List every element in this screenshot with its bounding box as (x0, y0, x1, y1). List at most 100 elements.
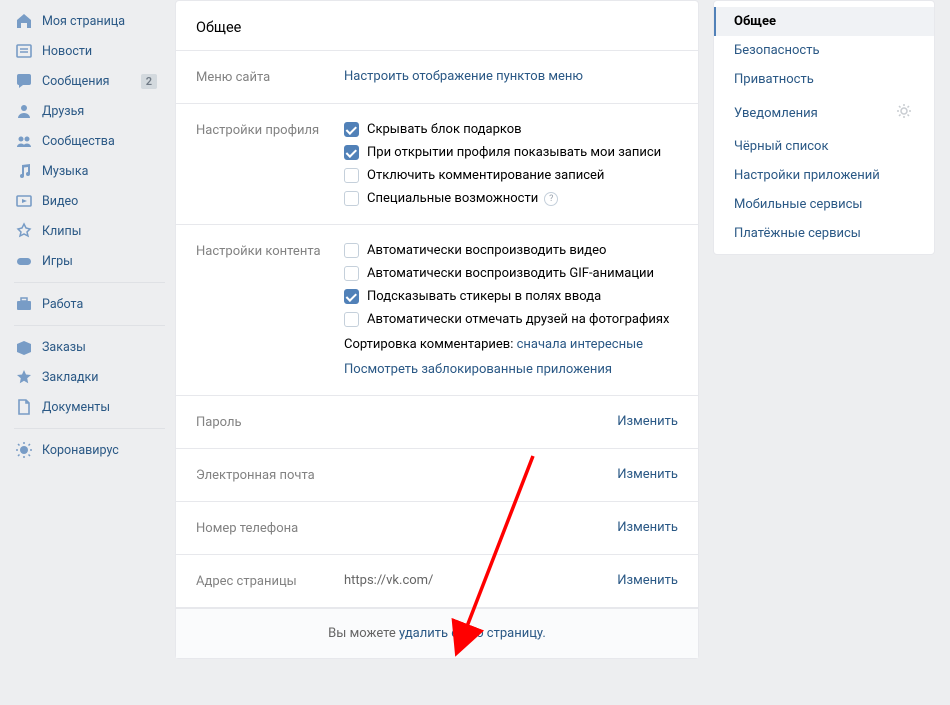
settings-nav-item[interactable]: Общее (714, 7, 934, 36)
settings-nav-card: Общее Безопасность Приватность Уведомления Ч… (713, 0, 935, 255)
footer-row: Вы можете удалить свою страницу. (176, 608, 698, 658)
checkbox-label: Подсказывать стикеры в полях ввода (367, 289, 601, 304)
section-label: Номер телефона (196, 520, 344, 536)
checkbox-row: Скрывать блок подарков (344, 122, 678, 137)
nav-separator (14, 325, 165, 326)
section-email: Электронная почта Изменить (176, 449, 698, 502)
settings-nav-label: Мобильные сервисы (734, 197, 862, 212)
section-password: Пароль Изменить (176, 396, 698, 449)
section-phone: Номер телефона Изменить (176, 502, 698, 555)
delete-page-link[interactable]: удалить свою страницу. (399, 626, 546, 641)
checkbox[interactable] (344, 122, 359, 137)
checkbox-row: Автоматически отмечать друзей на фотогра… (344, 312, 678, 327)
footer-prefix: Вы можете (328, 626, 399, 641)
section-sitemenu: Меню сайта Настроить отображение пунктов… (176, 51, 698, 104)
settings-nav-item[interactable]: Платёжные сервисы (714, 219, 934, 248)
gamepad-icon (14, 251, 34, 271)
sidebar-item-message[interactable]: Сообщения2 (0, 66, 165, 96)
settings-nav-item[interactable]: Безопасность (714, 36, 934, 65)
change-password-link[interactable]: Изменить (617, 414, 678, 429)
checkbox[interactable] (344, 243, 359, 258)
section-profile: Настройки профиля Скрывать блок подарков… (176, 104, 698, 225)
change-phone-link[interactable]: Изменить (617, 520, 678, 535)
blocked-apps-link[interactable]: Посмотреть заблокированные приложения (344, 362, 612, 377)
change-email-link[interactable]: Изменить (617, 467, 678, 482)
sidebar-item-people[interactable]: Сообщества (0, 126, 165, 156)
checkbox[interactable] (344, 191, 359, 206)
unread-badge: 2 (141, 74, 157, 89)
section-address: Адрес страницы https://vk.com/ Изменить (176, 555, 698, 608)
sidebar-item-label: Сообщения (42, 74, 141, 89)
message-icon (14, 71, 34, 91)
section-label: Электронная почта (196, 467, 344, 483)
address-value: https://vk.com/ (344, 573, 433, 588)
section-label: Меню сайта (196, 69, 344, 85)
sort-label: Сортировка комментариев: (344, 337, 517, 352)
settings-nav-item[interactable]: Мобильные сервисы (714, 190, 934, 219)
checkbox-label: Автоматически воспроизводить GIF-анимаци… (367, 266, 654, 281)
sidebar-item-label: Игры (42, 254, 157, 269)
nav-separator (14, 282, 165, 283)
checkbox-row: Подсказывать стикеры в полях ввода (344, 289, 678, 304)
sidebar-item-newspaper[interactable]: Новости (0, 36, 165, 66)
main-column: Общее Меню сайта Настроить отображение п… (175, 0, 699, 674)
checkbox-row: При открытии профиля показывать мои запи… (344, 145, 678, 160)
sidebar-item-label: Закладки (42, 370, 157, 385)
box-icon (14, 337, 34, 357)
right-sidebar: Общее Безопасность Приватность Уведомления Ч… (713, 0, 935, 674)
nav-separator (14, 428, 165, 429)
sidebar-item-document[interactable]: Документы (0, 392, 165, 422)
checkbox[interactable] (344, 168, 359, 183)
change-address-link[interactable]: Изменить (617, 573, 678, 588)
person-icon (14, 101, 34, 121)
checkbox-label: Отключить комментирование записей (367, 168, 604, 183)
section-label: Пароль (196, 414, 344, 430)
sidebar-item-label: Новости (42, 44, 157, 59)
sidebar-item-label: Клипы (42, 224, 157, 239)
settings-nav-label: Уведомления (734, 106, 818, 121)
settings-nav-item[interactable]: Приватность (714, 65, 934, 94)
sidebar-item-music[interactable]: Музыка (0, 156, 165, 186)
document-icon (14, 397, 34, 417)
sidebar-item-label: Видео (42, 194, 157, 209)
help-icon[interactable]: ? (544, 192, 558, 206)
checkbox-label: Автоматически отмечать друзей на фотогра… (367, 312, 669, 327)
gear-icon[interactable] (894, 101, 914, 125)
left-sidebar: Моя страницаНовостиСообщения2ДрузьяСообщ… (0, 0, 165, 674)
page-title: Общее (176, 1, 698, 51)
sidebar-item-label: Коронавирус (42, 443, 157, 458)
settings-nav-label: Общее (734, 14, 776, 29)
checkbox[interactable] (344, 312, 359, 327)
sidebar-item-label: Документы (42, 400, 157, 415)
sidebar-item-briefcase[interactable]: Работа (0, 289, 165, 319)
sidebar-item-label: Моя страница (42, 14, 157, 29)
sidebar-item-clips[interactable]: Клипы (0, 216, 165, 246)
checkbox-label: При открытии профиля показывать мои запи… (367, 145, 661, 160)
settings-nav-item[interactable]: Уведомления (714, 94, 934, 132)
virus-icon (14, 440, 34, 460)
settings-card: Общее Меню сайта Настроить отображение п… (175, 0, 699, 659)
sidebar-item-home[interactable]: Моя страница (0, 6, 165, 36)
sidebar-item-star[interactable]: Закладки (0, 362, 165, 392)
video-icon (14, 191, 34, 211)
sidebar-item-person[interactable]: Друзья (0, 96, 165, 126)
settings-nav-item[interactable]: Настройки приложений (714, 161, 934, 190)
sidebar-item-gamepad[interactable]: Игры (0, 246, 165, 276)
sidebar-item-label: Заказы (42, 340, 157, 355)
checkbox-label: Специальные возможности (367, 191, 538, 206)
settings-nav-label: Чёрный список (734, 139, 828, 154)
section-label: Настройки профиля (196, 122, 344, 206)
checkbox-row: Специальные возможности? (344, 191, 678, 206)
sort-mode-link[interactable]: сначала интересные (517, 337, 643, 352)
settings-nav-label: Приватность (734, 72, 814, 87)
checkbox[interactable] (344, 289, 359, 304)
checkbox[interactable] (344, 266, 359, 281)
sidebar-item-box[interactable]: Заказы (0, 332, 165, 362)
checkbox[interactable] (344, 145, 359, 160)
sidebar-item-video[interactable]: Видео (0, 186, 165, 216)
section-label: Адрес страницы (196, 573, 344, 589)
configure-menu-link[interactable]: Настроить отображение пунктов меню (344, 69, 583, 84)
settings-nav-item[interactable]: Чёрный список (714, 132, 934, 161)
star-icon (14, 367, 34, 387)
sidebar-item-virus[interactable]: Коронавирус (0, 435, 165, 465)
